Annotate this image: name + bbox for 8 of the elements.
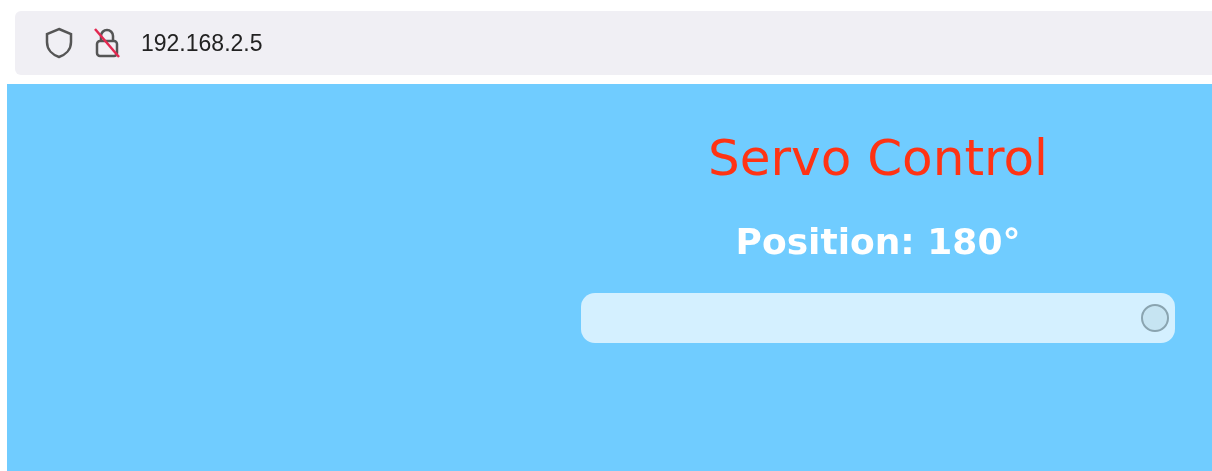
- page-title: Servo Control: [707, 128, 1049, 188]
- shield-icon[interactable]: [45, 27, 73, 59]
- slider-thumb[interactable]: [1141, 304, 1169, 333]
- url-text[interactable]: 192.168.2.5: [141, 25, 263, 61]
- position-label: Position: 180°: [734, 220, 1022, 264]
- slider-track[interactable]: [581, 293, 1175, 344]
- lock-crossed-icon[interactable]: [93, 27, 121, 59]
- address-bar[interactable]: 192.168.2.5: [15, 11, 1212, 75]
